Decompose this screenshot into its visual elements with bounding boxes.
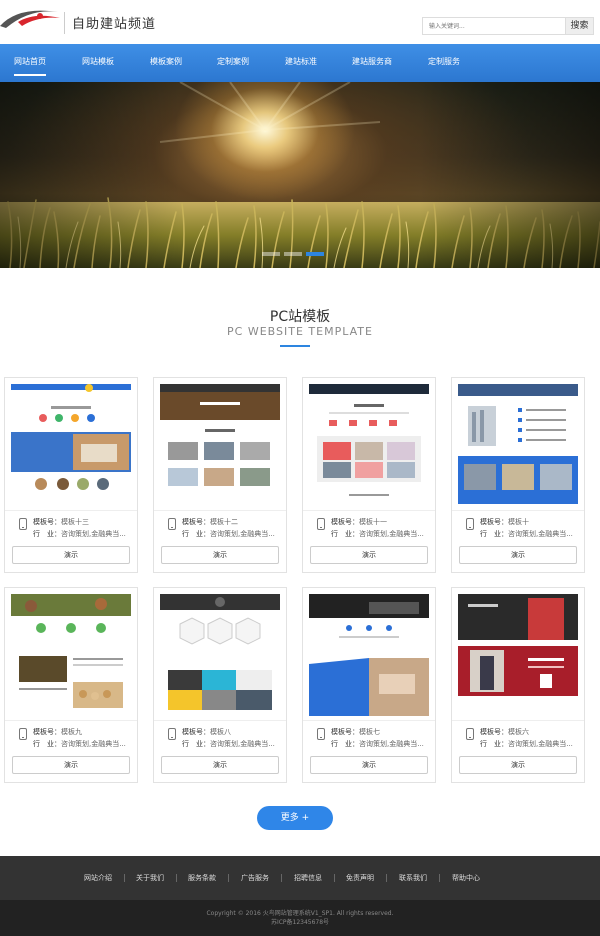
banner-dot-1[interactable] [262,252,280,256]
template-card[interactable]: 模板号：模板八 行 业：咨询策划,金融典当... 演示 [153,587,287,783]
nav-item-standards[interactable]: 建站标准 [285,44,317,82]
phone-icon [168,728,176,740]
footer-divider [228,874,229,882]
footer-link-about-us[interactable]: 关于我们 [136,856,164,900]
nav-item-providers[interactable]: 建站服务商 [352,44,392,82]
template-model: 模板号：模板十一 [331,518,387,526]
nav-item-template-cases[interactable]: 模板案例 [150,44,182,82]
card-divider [154,510,286,511]
hero-banner[interactable] [0,82,600,268]
template-card[interactable]: 模板号：模板十 行 业：咨询策划,金融典当... 演示 [451,377,585,573]
template-industry: 行 业：咨询策划,金融典当... [480,530,573,538]
template-thumbnail[interactable] [458,594,578,716]
phone-icon [19,728,27,740]
template-industry: 行 业：咨询策划,金融典当... [331,740,424,748]
demo-button[interactable]: 演示 [459,756,577,774]
card-divider [154,720,286,721]
footer-divider [334,874,335,882]
template-thumbnail[interactable] [160,384,280,506]
footer-link-ads[interactable]: 广告服务 [241,856,269,900]
footer-link-jobs[interactable]: 招聘信息 [294,856,322,900]
template-model: 模板号：模板九 [33,728,82,736]
nav-item-custom-service[interactable]: 定制服务 [428,44,460,82]
footer-link-about-site[interactable]: 网站介绍 [84,856,112,900]
phone-icon [317,728,325,740]
template-thumbnail[interactable] [11,384,131,506]
demo-button[interactable]: 演示 [310,756,428,774]
footer-divider [281,874,282,882]
section-title: PC站模板 [269,309,331,325]
template-card[interactable]: 模板号：模板十三 行 业：咨询策划,金融典当... 演示 [4,377,138,573]
grass-illustration [0,82,600,268]
main-nav: 网站首页 网站模板 模板案例 定制案例 建站标准 建站服务商 定制服务 [0,44,600,82]
template-card[interactable]: 模板号：模板七 行 业：咨询策划,金融典当... 演示 [302,587,436,783]
nav-item-home[interactable]: 网站首页 [14,44,46,82]
template-thumbnail[interactable] [309,384,429,506]
demo-button[interactable]: 演示 [12,756,130,774]
template-industry: 行 业：咨询策划,金融典当... [33,530,126,538]
card-divider [5,720,137,721]
template-industry: 行 业：咨询策划,金融典当... [480,740,573,748]
template-model: 模板号：模板八 [182,728,231,736]
template-thumbnail[interactable] [160,594,280,716]
template-industry: 行 业：咨询策划,金融典当... [182,530,275,538]
phone-icon [466,518,474,530]
card-divider [5,510,137,511]
footer-link-disclaimer[interactable]: 免责声明 [346,856,374,900]
icp-number: 苏ICP备12345678号 [270,919,330,926]
demo-button[interactable]: 演示 [459,546,577,564]
demo-button[interactable]: 演示 [161,546,279,564]
template-card[interactable]: 模板号：模板六 行 业：咨询策划,金融典当... 演示 [451,587,585,783]
header: 自助建站频道 搜索 [0,0,600,44]
card-divider [303,720,435,721]
template-card[interactable]: 模板号：模板十二 行 业：咨询策划,金融典当... 演示 [153,377,287,573]
search-button[interactable]: 搜索 [565,17,594,35]
template-card[interactable]: 模板号：模板九 行 业：咨询策划,金融典当... 演示 [4,587,138,783]
nav-item-templates[interactable]: 网站模板 [82,44,114,82]
footer: 网站介绍 关于我们 服务条款 广告服务 招聘信息 免责声明 联系我们 帮助中心 [0,856,600,900]
demo-button[interactable]: 演示 [12,546,130,564]
template-thumbnail[interactable] [309,594,429,716]
phone-icon [317,518,325,530]
banner-dots [262,252,326,258]
template-thumbnail[interactable] [11,594,131,716]
card-divider [452,720,584,721]
copyright-bar: Copyright © 2016 火鸟网站管理系统V1_SP1. All rig… [0,900,600,936]
template-model: 模板号：模板十 [480,518,529,526]
footer-divider [386,874,387,882]
nav-item-custom-cases[interactable]: 定制案例 [217,44,249,82]
banner-dot-3[interactable] [306,252,324,256]
copyright-text: Copyright © 2016 火鸟网站管理系统V1_SP1. All rig… [206,910,394,917]
site-title: 自助建站频道 [72,17,157,32]
footer-link-help[interactable]: 帮助中心 [452,856,480,900]
card-divider [452,510,584,511]
footer-link-contact[interactable]: 联系我们 [399,856,427,900]
card-divider [303,510,435,511]
phone-icon [466,728,474,740]
phone-icon [168,518,176,530]
footer-divider [439,874,440,882]
template-model: 模板号：模板六 [480,728,529,736]
template-model: 模板号：模板十三 [33,518,89,526]
template-thumbnail[interactable] [458,384,578,506]
template-industry: 行 业：咨询策划,金融典当... [33,740,126,748]
template-industry: 行 业：咨询策划,金融典当... [331,530,424,538]
template-card[interactable]: 模板号：模板十一 行 业：咨询策划,金融典当... 演示 [302,377,436,573]
footer-divider [124,874,125,882]
logo[interactable] [0,4,62,38]
search-input[interactable] [422,17,566,35]
logo-divider [64,12,65,34]
section-underline [280,345,310,347]
section-subtitle: PC WEBSITE TEMPLATE [227,325,373,338]
template-model: 模板号：模板十二 [182,518,238,526]
footer-divider [176,874,177,882]
demo-button[interactable]: 演示 [161,756,279,774]
template-industry: 行 业：咨询策划,金融典当... [182,740,275,748]
banner-dot-2[interactable] [284,252,302,256]
phone-icon [19,518,27,530]
demo-button[interactable]: 演示 [310,546,428,564]
footer-link-terms[interactable]: 服务条款 [188,856,216,900]
more-button[interactable]: 更多 + [257,806,333,830]
template-model: 模板号：模板七 [331,728,380,736]
